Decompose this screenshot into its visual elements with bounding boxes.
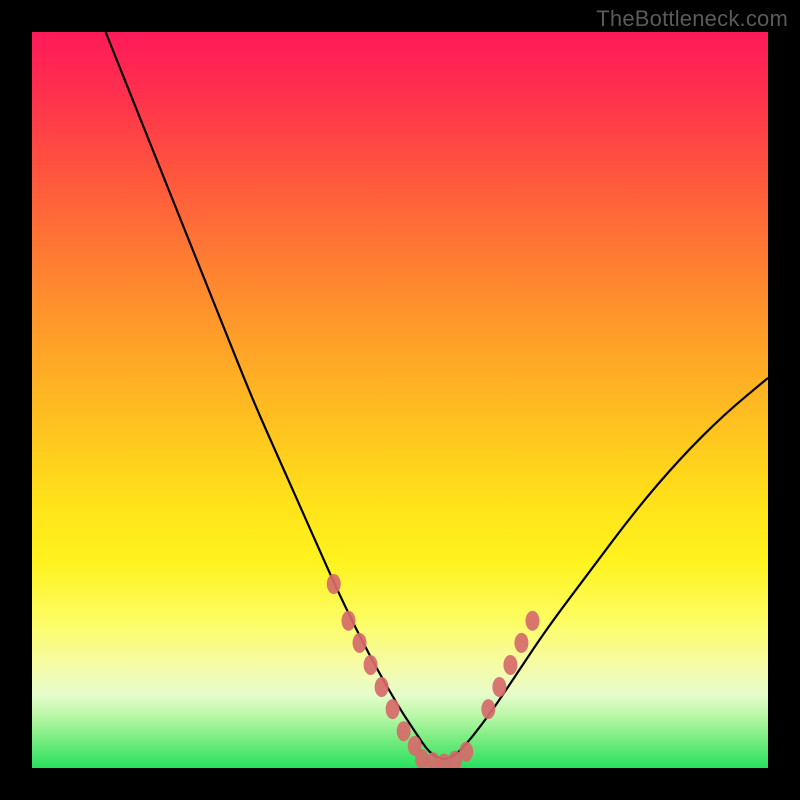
marker-dot <box>386 699 400 719</box>
marker-dot <box>514 633 528 653</box>
bottleneck-curve <box>106 32 768 759</box>
marker-dot <box>397 721 411 741</box>
marker-group <box>327 574 540 768</box>
plot-area <box>32 32 768 768</box>
curve-layer <box>32 32 768 768</box>
marker-dot <box>459 742 473 762</box>
marker-dot <box>341 611 355 631</box>
chart-frame: TheBottleneck.com <box>0 0 800 800</box>
curve-group <box>106 32 768 759</box>
marker-dot <box>492 677 506 697</box>
marker-dot <box>364 655 378 675</box>
marker-dot <box>525 611 539 631</box>
marker-dot <box>327 574 341 594</box>
watermark-text: TheBottleneck.com <box>596 6 788 32</box>
marker-dot <box>375 677 389 697</box>
marker-dot <box>353 633 367 653</box>
marker-dot <box>481 699 495 719</box>
marker-dot <box>503 655 517 675</box>
